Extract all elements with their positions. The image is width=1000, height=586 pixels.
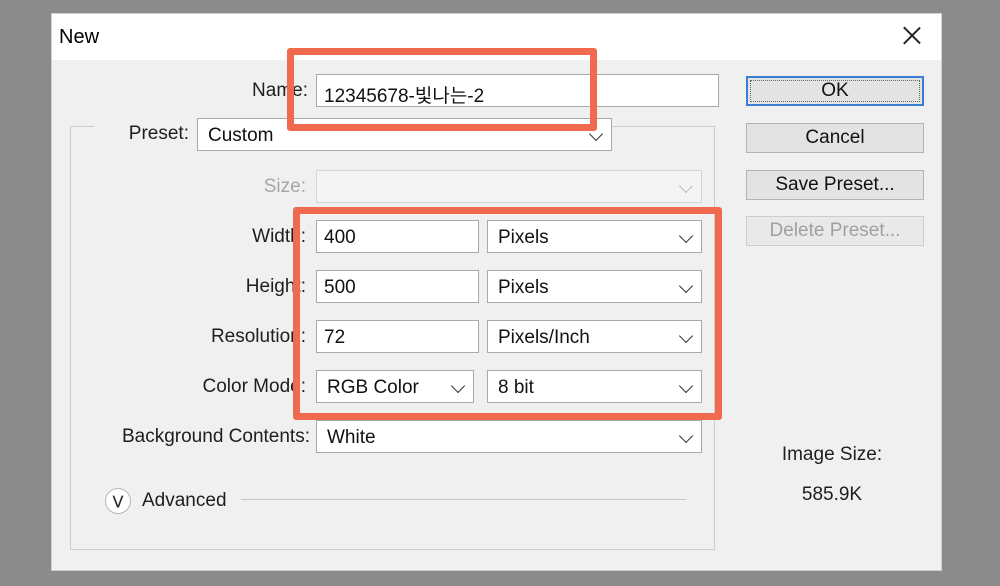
- cancel-button[interactable]: Cancel: [746, 123, 924, 153]
- chevron-down-icon: [678, 228, 694, 244]
- bit-depth-select[interactable]: 8 bit: [487, 370, 702, 403]
- size-select: [316, 170, 702, 203]
- color-mode-value: RGB Color: [327, 377, 419, 398]
- preset-select-value: Custom: [208, 125, 274, 146]
- double-chevron-down-icon[interactable]: ⋁: [105, 488, 131, 514]
- chevron-down-icon: [588, 126, 604, 142]
- width-field[interactable]: 400: [316, 220, 479, 253]
- close-icon[interactable]: [899, 22, 925, 48]
- advanced-label[interactable]: Advanced: [142, 490, 234, 512]
- resolution-unit-select[interactable]: Pixels/Inch: [487, 320, 702, 353]
- chevron-down-icon: [450, 378, 466, 394]
- resolution-label: Resolution:: [210, 326, 306, 347]
- chevron-down-icon: [678, 378, 694, 394]
- chevron-down-icon: [678, 178, 694, 194]
- preset-select[interactable]: Custom: [197, 118, 612, 151]
- resolution-unit-value: Pixels/Inch: [498, 327, 590, 348]
- ok-button[interactable]: OK: [746, 76, 924, 106]
- width-unit-value: Pixels: [498, 227, 549, 248]
- chevron-down-icon: [678, 428, 694, 444]
- new-document-dialog: New Name: 12345678-빛나는-2 Preset: Custom …: [51, 13, 942, 571]
- height-unit-select[interactable]: Pixels: [487, 270, 702, 303]
- height-label: Height:: [245, 276, 306, 297]
- chevron-down-icon: [678, 328, 694, 344]
- background-contents-value: White: [327, 427, 376, 448]
- size-label: Size:: [263, 176, 306, 197]
- name-label: Name:: [252, 80, 308, 101]
- width-unit-select[interactable]: Pixels: [487, 220, 702, 253]
- bit-depth-value: 8 bit: [498, 377, 534, 398]
- preset-label: Preset:: [128, 123, 189, 144]
- resolution-field[interactable]: 72: [316, 320, 479, 353]
- save-preset-button[interactable]: Save Preset...: [746, 170, 924, 200]
- background-contents-label: Background Contents:: [121, 426, 310, 447]
- advanced-divider: [241, 499, 686, 500]
- title-bar: New: [52, 14, 941, 60]
- delete-preset-button: Delete Preset...: [746, 216, 924, 246]
- image-size-value: 585.9K: [801, 484, 863, 505]
- chevron-down-icon: [678, 278, 694, 294]
- background-contents-select[interactable]: White: [316, 420, 702, 453]
- name-field[interactable]: 12345678-빛나는-2: [316, 74, 719, 107]
- width-label: Width:: [252, 226, 306, 247]
- color-mode-select[interactable]: RGB Color: [316, 370, 474, 403]
- image-size-label: Image Size:: [781, 444, 883, 465]
- height-unit-value: Pixels: [498, 277, 549, 298]
- color-mode-label: Color Mode:: [202, 376, 307, 397]
- height-field[interactable]: 500: [316, 270, 479, 303]
- dialog-title: New: [59, 26, 100, 48]
